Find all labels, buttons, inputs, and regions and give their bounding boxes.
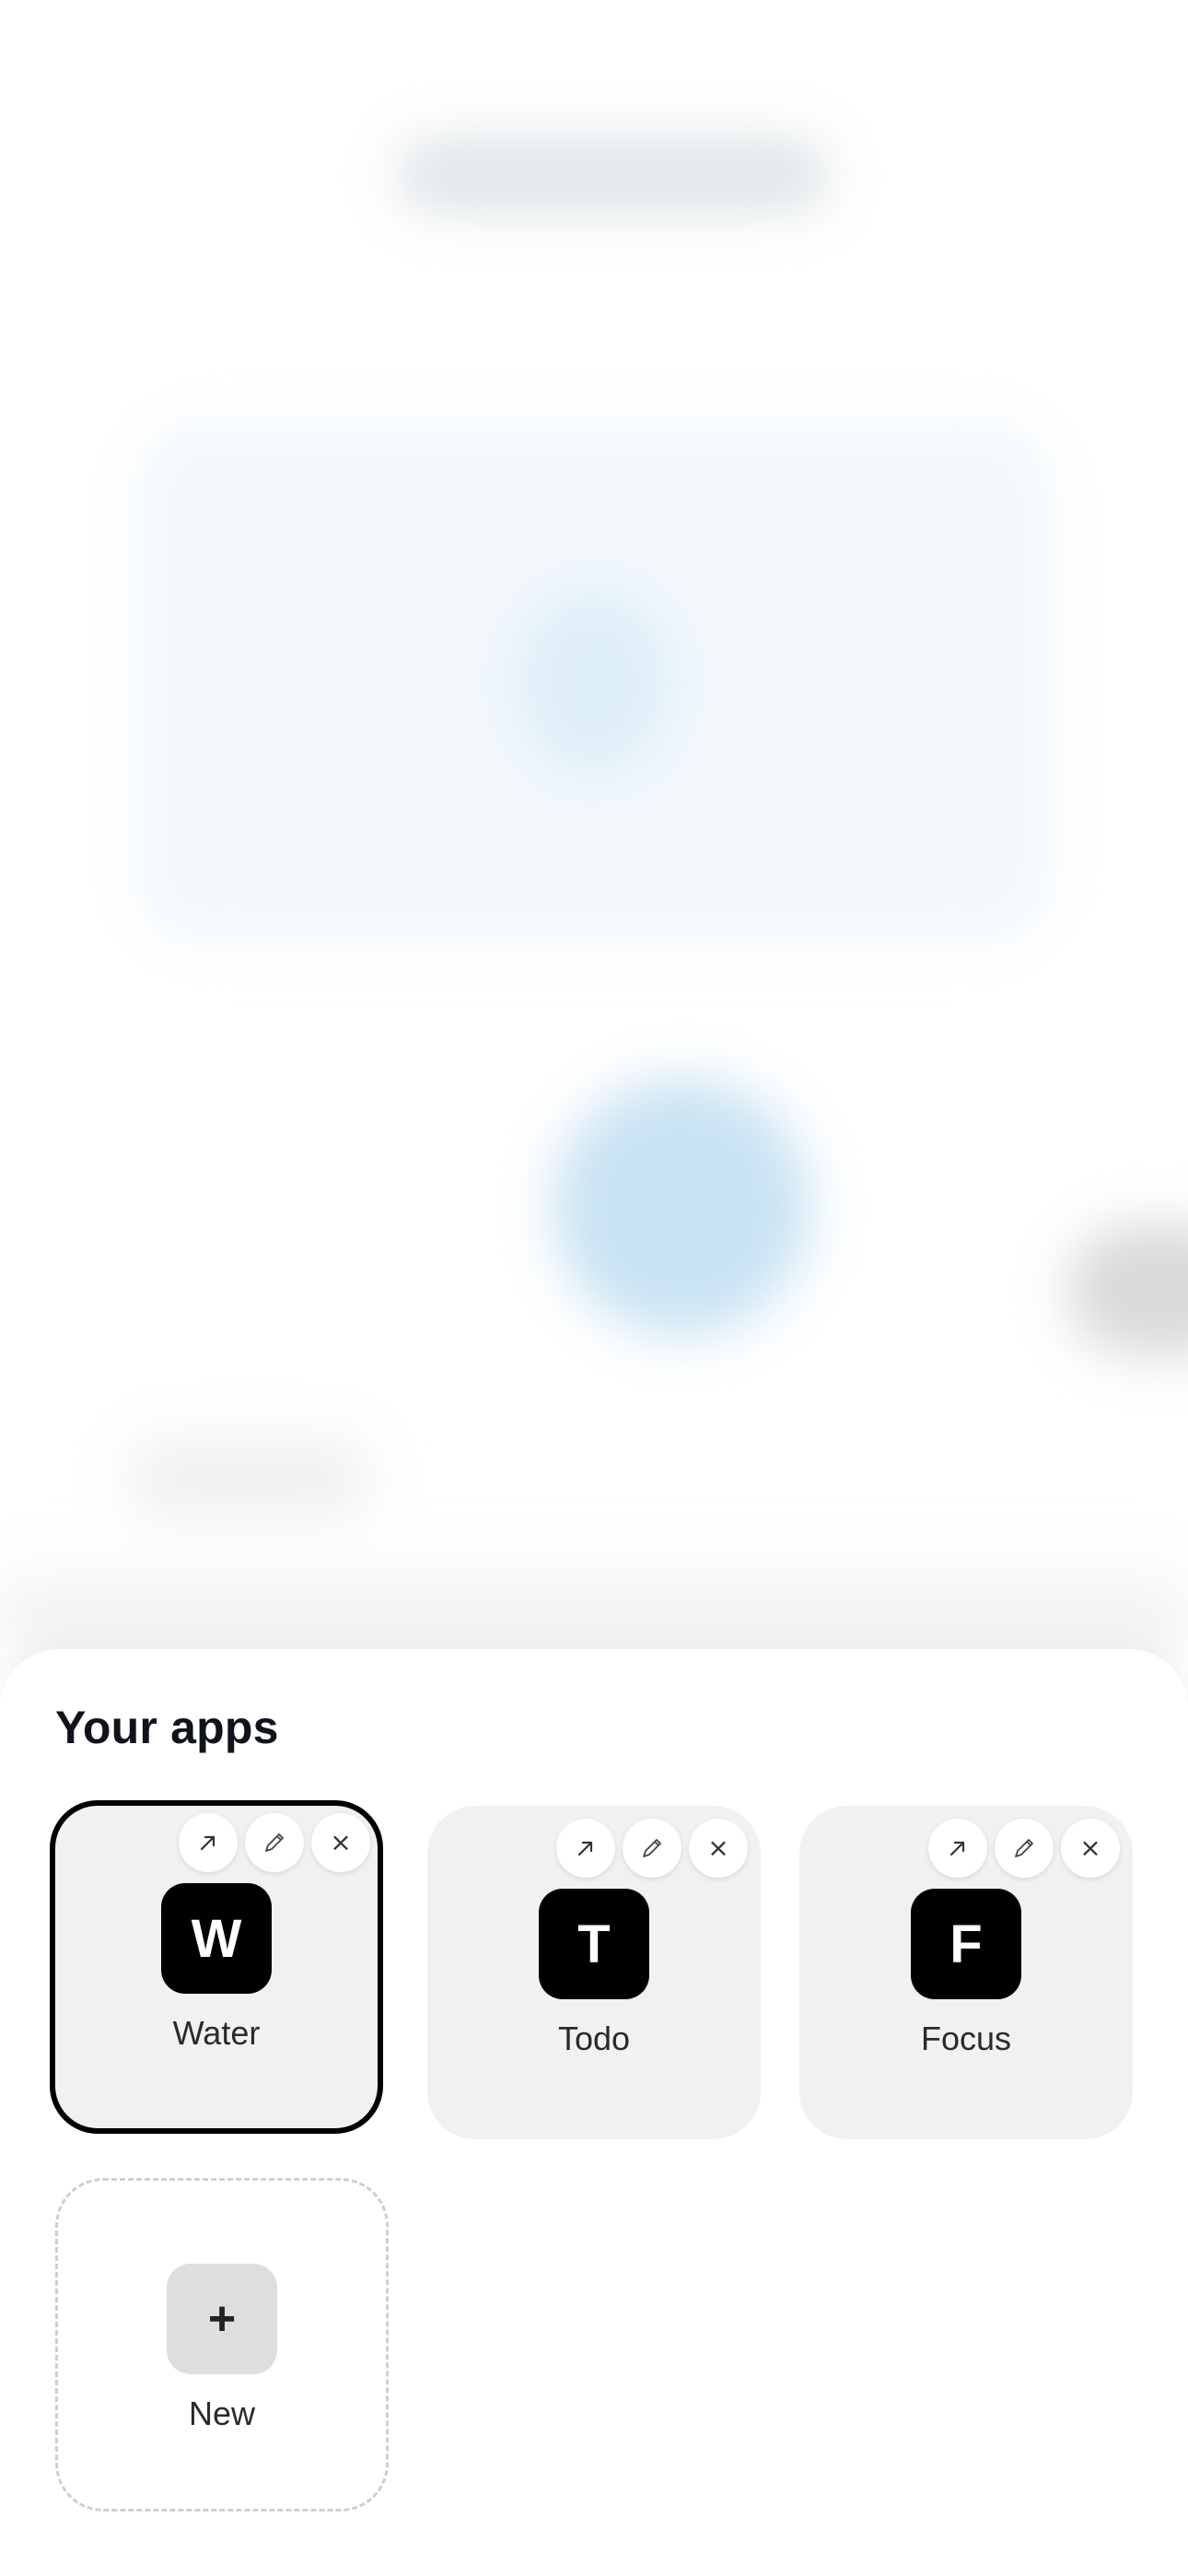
close-icon: × [330, 1827, 352, 1857]
edit-app-button[interactable] [245, 1813, 304, 1872]
app-name-water: Water [172, 2014, 261, 2052]
app-tile-focus[interactable]: × F Focus [799, 1806, 1133, 2139]
open-app-button[interactable] [928, 1819, 987, 1878]
background-card-dot [516, 590, 672, 774]
app-screen: Your apps × W Water × T Todo × F Focus +… [0, 0, 1188, 2576]
app-icon-focus: F [911, 1889, 1021, 1999]
background-label-placeholder [129, 1437, 368, 1520]
tile-actions: × [556, 1819, 748, 1878]
arrow-up-right-icon [577, 1841, 593, 1856]
delete-app-button[interactable]: × [311, 1813, 370, 1872]
app-tile-water[interactable]: × W Water [50, 1800, 383, 2134]
background-shadow [0, 1548, 1188, 1649]
background-water-bubble [553, 1078, 810, 1336]
app-name-focus: Focus [920, 2020, 1012, 2057]
arrow-up-right-icon [949, 1841, 965, 1856]
app-icon-todo: T [539, 1889, 649, 1999]
sheet-title: Your apps [55, 1702, 279, 1753]
delete-app-button[interactable]: × [1061, 1819, 1120, 1878]
plus-icon: + [167, 2264, 277, 2374]
close-icon: × [1079, 1832, 1101, 1863]
delete-app-button[interactable]: × [689, 1819, 748, 1878]
background-title-placeholder [396, 138, 829, 212]
apps-bottom-sheet: Your apps × W Water × T Todo × F Focus +… [0, 1649, 1188, 2576]
tile-actions: × [928, 1819, 1120, 1878]
pencil-icon [643, 1839, 661, 1857]
arrow-up-right-icon [200, 1835, 215, 1851]
edit-app-button[interactable] [623, 1819, 681, 1878]
new-app-tile[interactable]: + New [55, 2178, 389, 2512]
tile-actions: × [179, 1813, 370, 1872]
app-name-todo: Todo [557, 2020, 631, 2057]
app-icon-water: W [161, 1883, 272, 1994]
close-icon: × [707, 1832, 729, 1863]
new-app-label: New [188, 2395, 256, 2432]
open-app-button[interactable] [556, 1819, 615, 1878]
open-app-button[interactable] [179, 1813, 238, 1872]
edit-app-button[interactable] [995, 1819, 1054, 1878]
app-tile-todo[interactable]: × T Todo [427, 1806, 761, 2139]
pencil-icon [265, 1833, 284, 1852]
background-side-element [1068, 1225, 1188, 1354]
pencil-icon [1015, 1839, 1033, 1857]
